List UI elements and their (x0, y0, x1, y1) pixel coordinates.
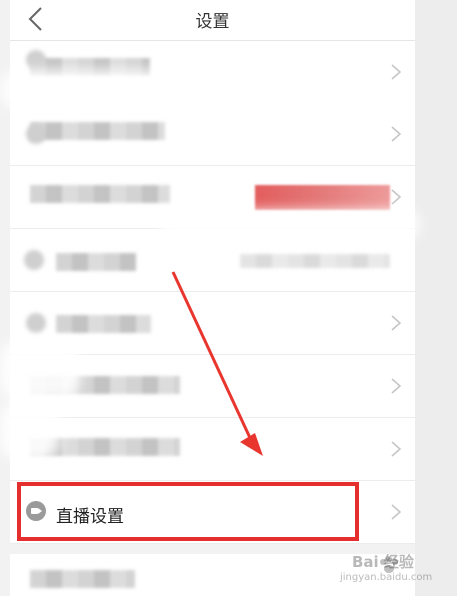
chevron-right-icon (391, 64, 402, 80)
obscured-icon (26, 313, 46, 333)
chevron-right-icon (391, 378, 402, 394)
smear (160, 210, 420, 240)
chevron-right-icon (391, 126, 402, 142)
chevron-right-icon (391, 441, 402, 457)
watermark-url: jingyan.baidu.com (340, 572, 433, 583)
obscured-text (30, 570, 135, 588)
smear (0, 70, 220, 110)
side-strip (415, 0, 457, 596)
obscured-icon (24, 250, 44, 270)
chevron-right-icon (391, 315, 402, 331)
chevron-right-icon (391, 189, 402, 205)
obscured-text (30, 122, 165, 140)
smear (0, 400, 60, 460)
obscured-text (56, 315, 151, 333)
obscured-text (56, 253, 136, 271)
obscured-text (240, 254, 390, 268)
obscured-red-badge (255, 185, 390, 210)
smear (0, 340, 80, 400)
nav-header: 设置 (10, 0, 415, 41)
obscured-text (30, 185, 170, 203)
watermark-brand: Bai 经验 (352, 553, 414, 571)
chevron-right-icon (391, 504, 402, 520)
settings-screen: 设置 直播设置 Bai 经验 jingyan.baidu.com (0, 0, 457, 596)
page-title: 设置 (195, 12, 230, 32)
highlight-box (17, 482, 359, 541)
